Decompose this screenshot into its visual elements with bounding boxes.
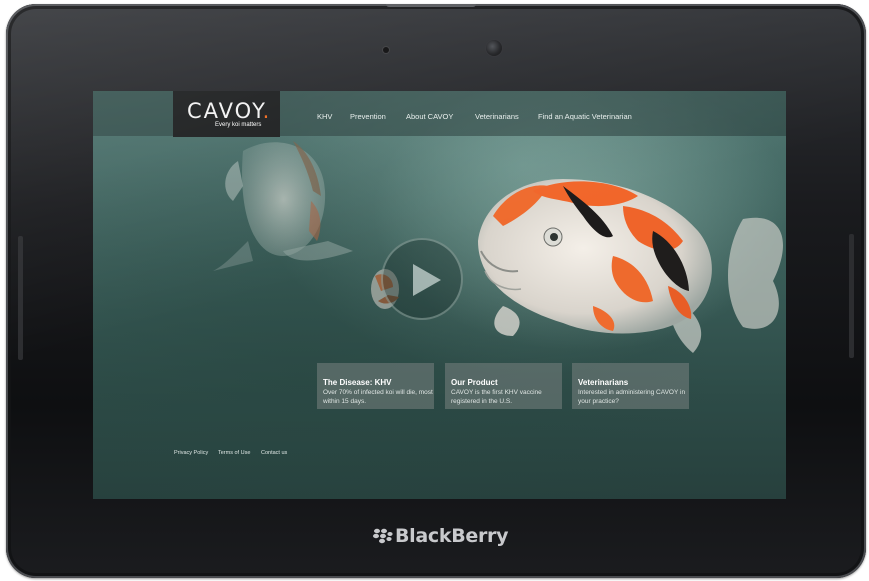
logo-tagline: Every koi matters <box>215 122 262 128</box>
card-our-product[interactable]: Our Product CAVOY is the first KHV vacci… <box>445 363 562 409</box>
tablet-screen: CAVOY. Every koi matters KHV Prevention … <box>93 91 786 499</box>
logo-wordmark: CAVOY. <box>187 99 272 123</box>
nav-item-about-cavoy[interactable]: About CAVOY <box>406 112 453 121</box>
card-disease-khv[interactable]: The Disease: KHV Over 70% of infected ko… <box>317 363 434 409</box>
card-body: CAVOY is the first KHV vaccine registere… <box>451 389 542 405</box>
card-body: Interested in administering CAVOY in you… <box>578 389 686 405</box>
nav-item-prevention[interactable]: Prevention <box>350 112 386 121</box>
nav-item-khv[interactable]: KHV <box>317 112 332 121</box>
device-brand-label: BlackBerry <box>395 525 509 547</box>
top-navigation-bar: CAVOY. Every koi matters KHV Prevention … <box>93 91 786 137</box>
cavoy-logo[interactable]: CAVOY. Every koi matters <box>173 91 280 137</box>
card-veterinarians[interactable]: Veterinarians Interested in administerin… <box>572 363 689 409</box>
tablet-device: CAVOY. Every koi matters KHV Prevention … <box>6 4 866 578</box>
footer-contact-us-link[interactable]: Contact us <box>261 450 287 456</box>
card-title: Our Product <box>451 378 498 387</box>
light-sensor <box>383 47 389 53</box>
play-icon <box>413 264 441 296</box>
right-side-bezel-button <box>849 234 854 358</box>
video-play-button[interactable] <box>381 238 463 320</box>
nav-item-veterinarians[interactable]: Veterinarians <box>475 112 519 121</box>
footer-privacy-policy-link[interactable]: Privacy Policy <box>174 450 208 456</box>
power-button <box>386 4 476 7</box>
left-side-bezel-button <box>18 236 23 360</box>
footer-terms-of-use-link[interactable]: Terms of Use <box>218 450 250 456</box>
card-title: Veterinarians <box>578 378 629 387</box>
blackberry-icon <box>373 528 393 544</box>
nav-item-find-aquatic-veterinarian[interactable]: Find an Aquatic Veterinarian <box>538 112 632 121</box>
front-camera <box>486 40 502 56</box>
card-body: Over 70% of infected koi will die, most … <box>323 389 433 405</box>
card-title: The Disease: KHV <box>323 378 392 387</box>
